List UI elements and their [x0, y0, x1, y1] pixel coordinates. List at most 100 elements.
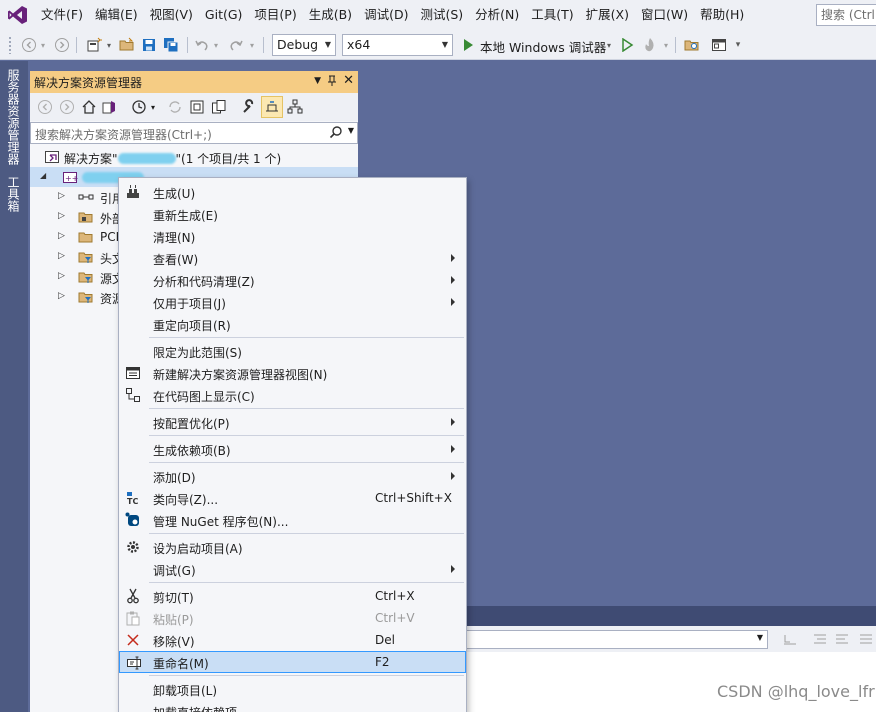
- menu-item-rebuild[interactable]: 重新生成(E): [119, 203, 466, 225]
- menu-extensions[interactable]: 扩展(X): [580, 4, 635, 26]
- menu-item-retarget[interactable]: 重定向项目(R): [119, 313, 466, 335]
- hot-reload-dropdown-icon[interactable]: ▾: [661, 35, 671, 55]
- search-options-dropdown-icon[interactable]: ▼: [348, 126, 354, 135]
- solution-search-input[interactable]: 搜索解决方案资源管理器(Ctrl+;) ▼: [30, 122, 358, 144]
- back-icon[interactable]: [20, 35, 38, 55]
- redo-dropdown-icon[interactable]: ▾: [247, 35, 257, 55]
- visual-studio-logo-icon[interactable]: [7, 5, 29, 25]
- collapsed-arrow-icon[interactable]: ▷: [58, 291, 65, 301]
- menu-separator: [149, 435, 464, 436]
- menu-item-build-dependencies[interactable]: 生成依赖项(B): [119, 438, 466, 460]
- run-target-dropdown-icon[interactable]: ▾: [604, 35, 614, 55]
- menu-git[interactable]: Git(G): [199, 4, 249, 26]
- collapsed-arrow-icon[interactable]: ▷: [58, 251, 65, 261]
- menu-item-show-on-code-map[interactable]: 在代码图上显示(C): [119, 384, 466, 406]
- forward-icon[interactable]: [53, 35, 71, 55]
- open-folder-icon[interactable]: [118, 35, 136, 55]
- sync-icon[interactable]: [166, 98, 184, 116]
- forward-icon[interactable]: [58, 98, 76, 116]
- menu-build[interactable]: 生成(B): [303, 4, 358, 26]
- standard-toolbar: ▾ ▾ ▾ ▾ Debug ▼ x64 ▼ 本地 Windows 调试器 ▾ ▾: [0, 30, 876, 60]
- menu-item-class-wizard[interactable]: TC 类向导(Z)... Ctrl+Shift+X: [119, 487, 466, 509]
- start-debugging-button[interactable]: 本地 Windows 调试器: [480, 37, 606, 56]
- new-dropdown-icon[interactable]: ▾: [104, 35, 114, 55]
- start-debugging-icon[interactable]: [460, 35, 476, 55]
- pending-changes-filter-icon[interactable]: [130, 98, 148, 116]
- back-icon[interactable]: [36, 98, 54, 116]
- menu-item-build[interactable]: 生成(U): [119, 181, 466, 203]
- solution-explorer-header[interactable]: 解决方案资源管理器 ▼ ✕: [30, 71, 358, 93]
- tab-toolbox[interactable]: 工具箱: [5, 176, 22, 212]
- collapsed-arrow-icon[interactable]: ▷: [58, 191, 65, 201]
- menu-item-load-direct-deps[interactable]: 加载直接依赖项: [119, 700, 466, 712]
- show-all-files-icon[interactable]: [210, 98, 228, 116]
- menu-item-scope-to-this[interactable]: 限定为此范围(S): [119, 340, 466, 362]
- menu-item-pgo[interactable]: 按配置优化(P): [119, 411, 466, 433]
- new-project-icon[interactable]: [84, 35, 104, 55]
- menu-file[interactable]: 文件(F): [35, 4, 89, 26]
- menu-item-project-only[interactable]: 仅用于项目(J): [119, 291, 466, 313]
- home-icon[interactable]: [80, 98, 98, 116]
- menu-tools[interactable]: 工具(T): [525, 4, 579, 26]
- menu-item-new-explorer-view[interactable]: 新建解决方案资源管理器视图(N): [119, 362, 466, 384]
- menu-debug[interactable]: 调试(D): [358, 4, 414, 26]
- menu-item-manage-nuget[interactable]: 管理 NuGet 程序包(N)...: [119, 509, 466, 531]
- find-in-files-icon[interactable]: [683, 35, 701, 55]
- menu-view[interactable]: 视图(V): [144, 4, 199, 26]
- menu-item-unload-project[interactable]: 卸载项目(L): [119, 678, 466, 700]
- filter-dropdown-icon[interactable]: ▾: [148, 98, 158, 116]
- back-dropdown-icon[interactable]: ▾: [38, 35, 48, 55]
- collapse-all-icon[interactable]: [188, 98, 206, 116]
- collapsed-arrow-icon[interactable]: ▷: [58, 271, 65, 281]
- save-icon[interactable]: [140, 35, 158, 55]
- menu-item-paste[interactable]: 粘贴(P) Ctrl+V: [119, 607, 466, 629]
- start-without-debugging-icon[interactable]: [619, 35, 635, 55]
- expanded-arrow-icon[interactable]: ◢: [40, 171, 46, 180]
- menu-item-clean[interactable]: 清理(N): [119, 225, 466, 247]
- toolbar-grip[interactable]: [8, 36, 12, 54]
- save-all-icon[interactable]: [162, 35, 180, 55]
- menu-project[interactable]: 项目(P): [248, 4, 302, 26]
- menu-separator: [149, 582, 464, 583]
- platform-select[interactable]: x64 ▼: [342, 34, 453, 56]
- undo-icon[interactable]: [193, 35, 211, 55]
- menu-item-view[interactable]: 查看(W): [119, 247, 466, 269]
- output-source-select[interactable]: ▼: [466, 630, 768, 649]
- collapsed-arrow-icon[interactable]: ▷: [58, 211, 65, 221]
- menu-item-debug[interactable]: 调试(G): [119, 558, 466, 580]
- preview-selected-items-icon[interactable]: [261, 96, 283, 118]
- menu-analyze[interactable]: 分析(N): [469, 4, 525, 26]
- tab-server-explorer[interactable]: 服务器资源管理器: [5, 69, 22, 165]
- search-icon[interactable]: [329, 125, 343, 139]
- undo-dropdown-icon[interactable]: ▾: [211, 35, 221, 55]
- menu-test[interactable]: 测试(S): [414, 4, 469, 26]
- redo-icon[interactable]: [227, 35, 245, 55]
- pin-icon[interactable]: [327, 75, 337, 87]
- menu-item-remove[interactable]: 移除(V) Del: [119, 629, 466, 651]
- switch-views-icon[interactable]: [100, 98, 118, 116]
- toolbar-overflow-icon[interactable]: ▾: [733, 35, 743, 55]
- close-icon[interactable]: ✕: [343, 73, 354, 88]
- properties-wrench-icon[interactable]: [240, 98, 258, 116]
- output-next-icon[interactable]: [834, 631, 850, 647]
- menu-window[interactable]: 窗口(W): [635, 4, 694, 26]
- menu-edit[interactable]: 编辑(E): [89, 4, 144, 26]
- configuration-select[interactable]: Debug ▼: [272, 34, 336, 56]
- collapsed-arrow-icon[interactable]: ▷: [58, 231, 65, 241]
- menu-item-set-startup[interactable]: 设为启动项目(A): [119, 536, 466, 558]
- menu-item-analyze-cleanup[interactable]: 分析和代码清理(Z): [119, 269, 466, 291]
- menu-item-add[interactable]: 添加(D): [119, 465, 466, 487]
- window-layout-icon[interactable]: [710, 35, 728, 55]
- menu-item-cut[interactable]: 剪切(T) Ctrl+X: [119, 585, 466, 607]
- output-prev-icon[interactable]: [812, 631, 828, 647]
- output-find-icon[interactable]: [782, 631, 798, 647]
- folder-icon: [78, 229, 94, 245]
- menu-item-rename[interactable]: 重命名(M) F2: [119, 651, 466, 673]
- window-position-dropdown-icon[interactable]: ▼: [314, 76, 321, 86]
- hot-reload-icon[interactable]: [641, 35, 659, 55]
- tree-solution-node[interactable]: 解决方案""(1 个项目/共 1 个): [30, 147, 358, 167]
- code-map-icon[interactable]: [286, 98, 304, 116]
- menu-help[interactable]: 帮助(H): [694, 4, 750, 26]
- global-search-input[interactable]: 搜索 (Ctrl+: [816, 4, 876, 26]
- output-clear-icon[interactable]: [858, 631, 874, 647]
